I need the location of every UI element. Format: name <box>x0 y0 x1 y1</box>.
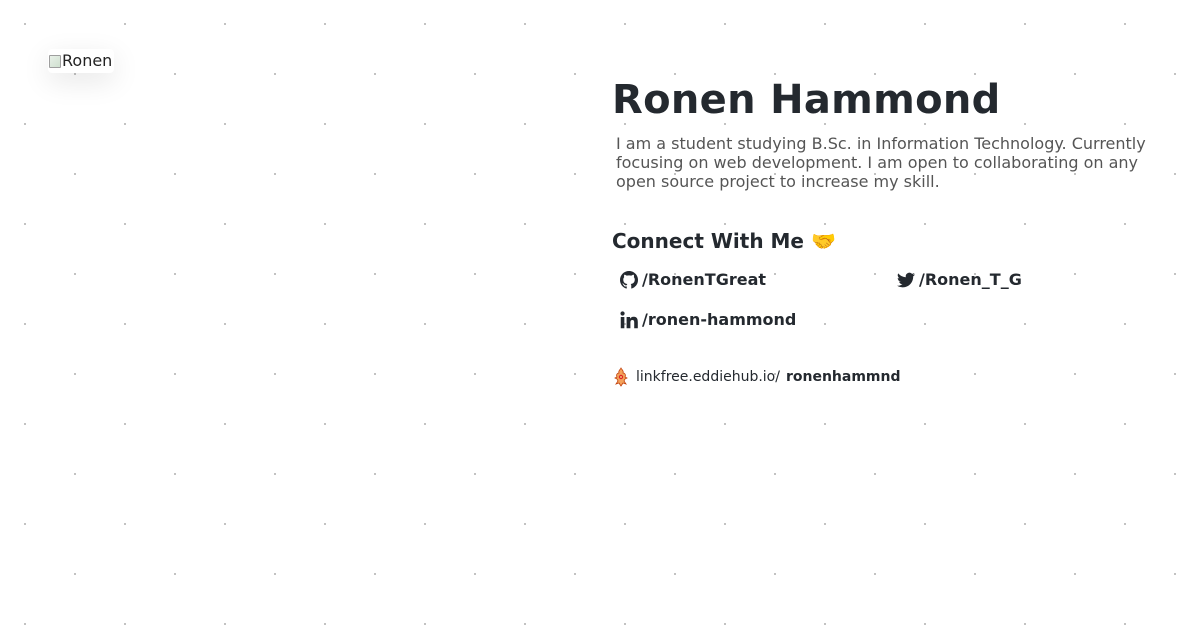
profile-name: Ronen Hammond <box>612 77 1001 123</box>
linkedin-link-label: /ronen-hammond <box>642 310 797 329</box>
twitter-link[interactable]: /Ronen_T_G <box>897 269 1157 291</box>
linkedin-link[interactable]: /ronen-hammond <box>620 309 897 331</box>
linkfree-link[interactable]: linkfree.eddiehub.io/ ronenhammnd <box>612 367 1172 387</box>
linkfree-username: ronenhammnd <box>785 369 901 385</box>
twitter-link-label: /Ronen_T_G <box>919 270 1022 289</box>
social-links: /RonenTGreat /Ronen_T_G /ronen-hammond <box>620 269 1172 331</box>
linkedin-icon <box>620 311 638 329</box>
github-icon <box>620 271 638 289</box>
linkfree-prefix: linkfree.eddiehub.io/ <box>636 369 780 385</box>
avatar: Ronen <box>48 49 115 73</box>
twitter-icon <box>897 272 915 288</box>
profile-bio: I am a student studying B.Sc. in Informa… <box>616 134 1146 191</box>
github-link[interactable]: /RonenTGreat <box>620 269 897 291</box>
broken-image-icon <box>48 53 62 69</box>
linkfree-logo-icon <box>614 367 628 387</box>
github-link-label: /RonenTGreat <box>642 270 767 289</box>
avatar-alt-text: Ronen <box>62 51 113 70</box>
profile-section: Ronen Hammond I am a student studying B.… <box>612 74 1172 387</box>
connect-heading: Connect With Me 🤝 <box>612 229 836 253</box>
